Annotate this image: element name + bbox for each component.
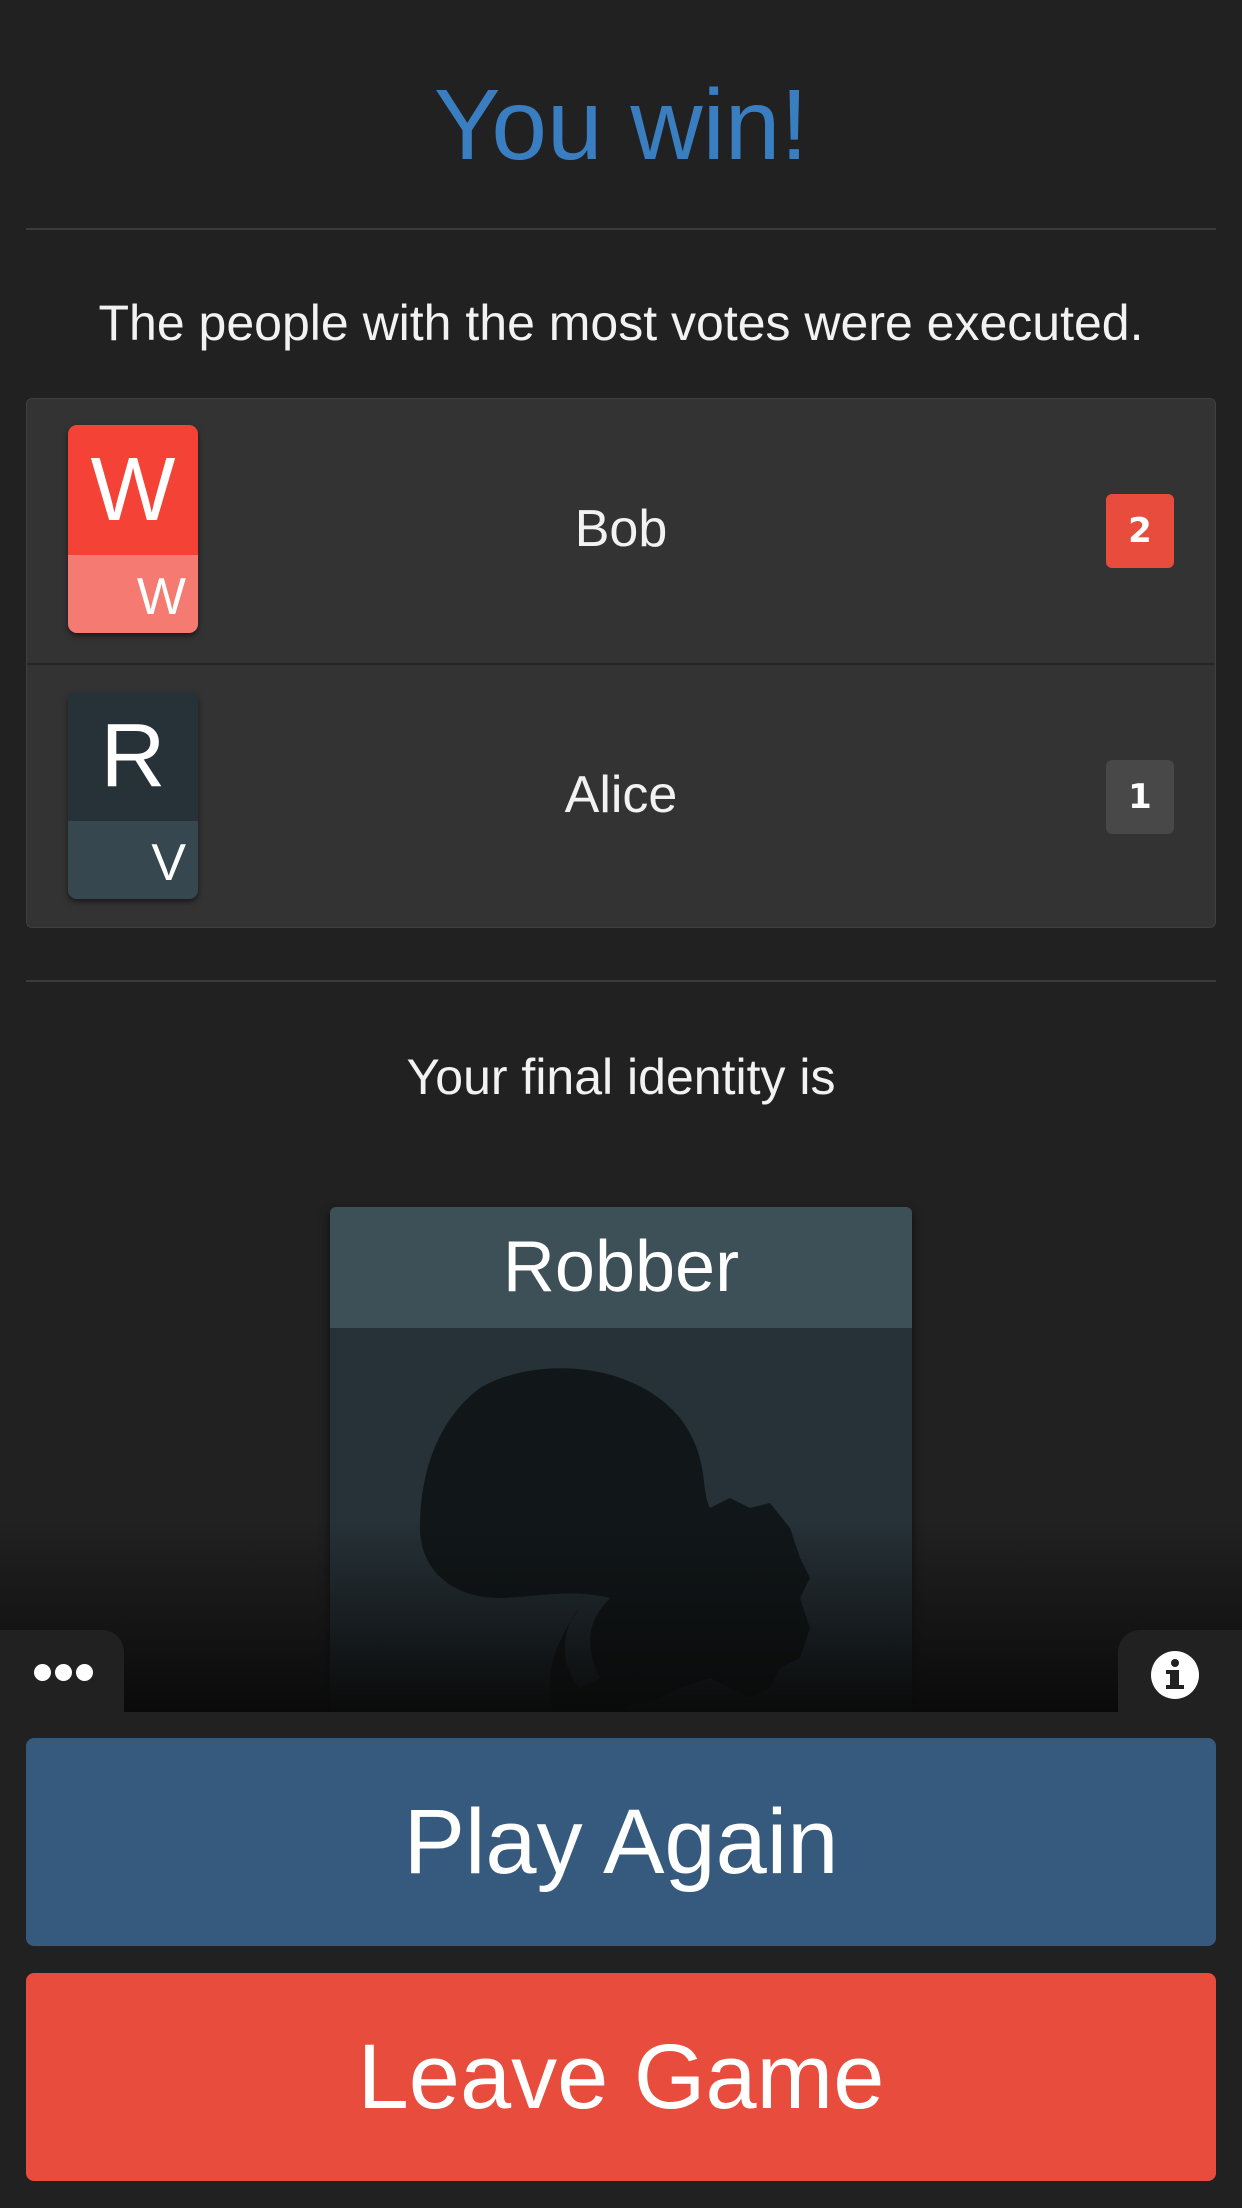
game-over-screen: You win! The people with the most votes …	[0, 0, 1242, 2208]
more-horizontal-icon[interactable]	[34, 1664, 94, 1684]
play-again-button[interactable]: Play Again	[26, 1738, 1216, 1946]
info-icon[interactable]	[1150, 1650, 1200, 1700]
player-name: Bob	[574, 500, 668, 558]
divider	[26, 980, 1216, 982]
result-title: You win!	[433, 69, 809, 181]
vote-count-badge: 2	[1106, 494, 1174, 568]
card-sub-letter: V	[68, 821, 198, 899]
final-identity-label: Your final identity is	[406, 1049, 836, 1105]
vote-count-badge: 1	[1106, 760, 1174, 834]
info-tab[interactable]	[1118, 1630, 1242, 1714]
vote-row-bob: W W Bob 2	[27, 399, 1215, 662]
vote-results-list: W W Bob 2 R V Alice 1	[26, 398, 1216, 928]
player-name: Alice	[564, 766, 678, 824]
menu-tab[interactable]	[0, 1630, 124, 1714]
vote-row-alice: R V Alice 1	[27, 663, 1215, 927]
divider	[26, 228, 1216, 230]
card-sub-letter: W	[68, 555, 198, 633]
leave-game-button[interactable]: Leave Game	[26, 1973, 1216, 2181]
result-description: The people with the most votes were exec…	[98, 295, 1144, 351]
bottom-fade	[0, 1520, 1242, 1713]
role-name: Robber	[330, 1207, 912, 1328]
